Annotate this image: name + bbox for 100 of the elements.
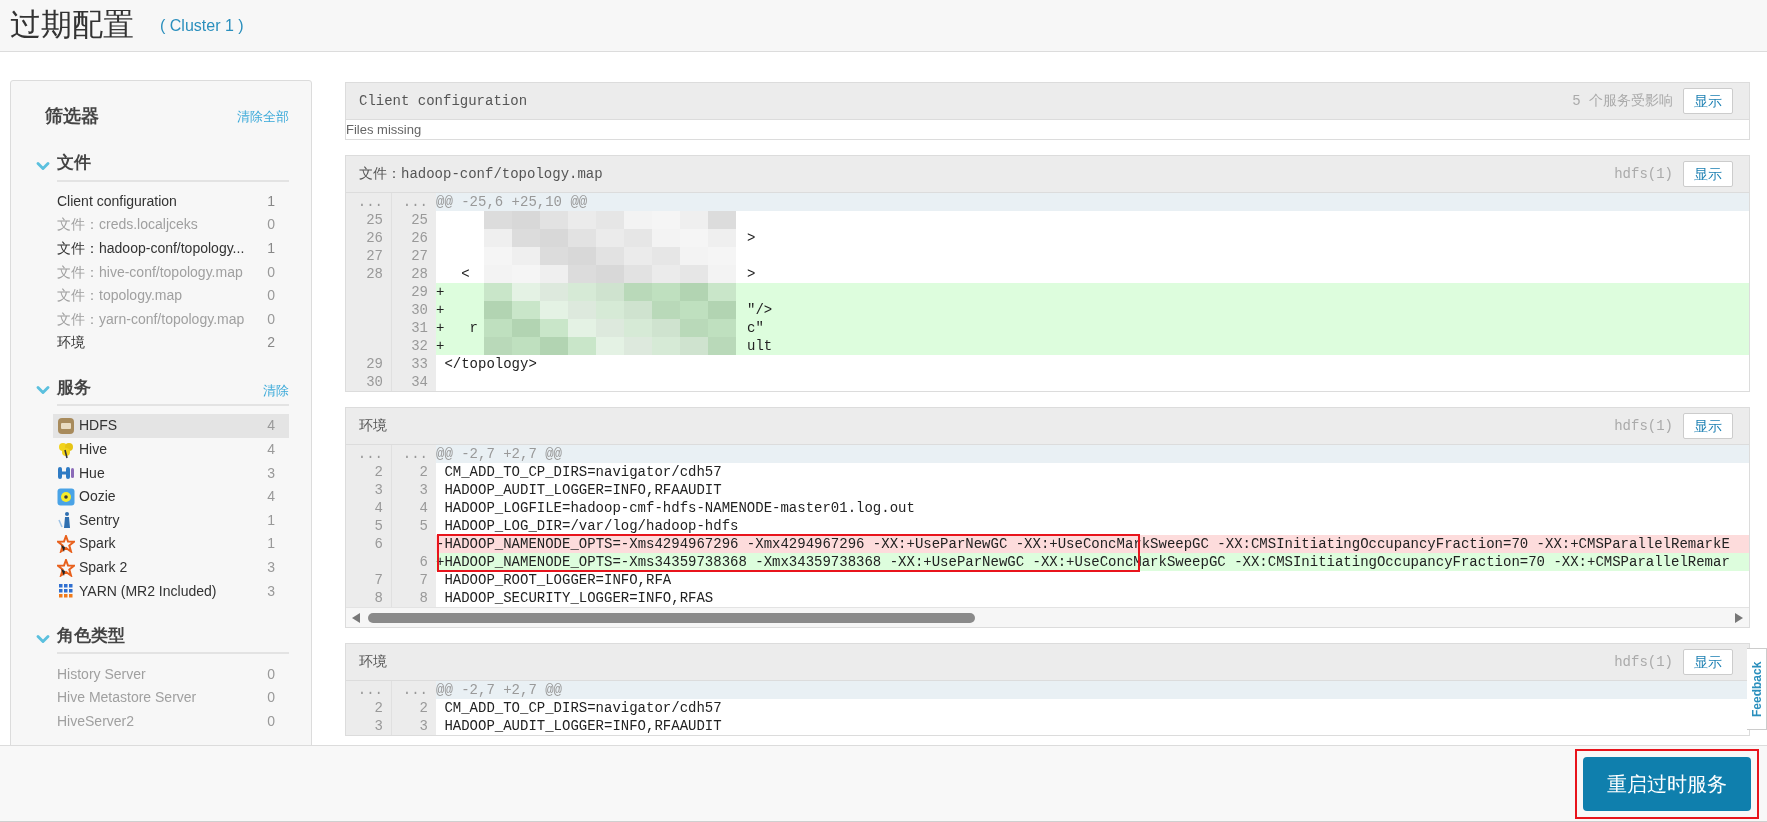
line-number: 34	[391, 373, 436, 391]
count-label: 3	[267, 581, 275, 601]
line-number: 3	[391, 481, 436, 499]
count-label: 3	[267, 463, 275, 483]
affected-services: 5 个服务受影响	[1572, 91, 1673, 111]
scrollbar-thumb[interactable]	[368, 612, 975, 623]
grid-icon	[57, 582, 75, 601]
line-number: ...	[391, 681, 436, 699]
line-number: 27	[391, 247, 436, 265]
line-number: 4	[346, 499, 391, 517]
filter-item[interactable]: 文件：hadoop-conf/topology... 1	[53, 236, 289, 261]
line-number: ...	[391, 193, 436, 211]
count-label: 1	[267, 510, 275, 530]
restart-button[interactable]: 重启过时服务	[1583, 756, 1751, 811]
line-number: 26	[391, 229, 436, 247]
line-number: 8	[391, 589, 436, 607]
line-number: 6	[391, 553, 436, 571]
filter-item[interactable]: Hue 3	[53, 461, 289, 485]
filter-item[interactable]: HDFS 4	[53, 414, 289, 438]
scroll-left-icon[interactable]	[352, 612, 360, 623]
line-number: 31	[391, 319, 436, 337]
count-label: 0	[267, 711, 275, 731]
line-number: ...	[346, 445, 391, 463]
flower-icon	[57, 440, 75, 459]
section-title: 角色类型	[57, 624, 125, 647]
filter-item[interactable]: Oozie 4	[53, 484, 289, 509]
line-number: 2	[346, 463, 391, 481]
line-number: 8	[346, 589, 391, 607]
clear-all-link[interactable]: 清除全部	[237, 106, 289, 127]
line-number: 26	[346, 229, 391, 247]
line-number: ...	[346, 681, 391, 699]
count-label: 1	[267, 239, 275, 258]
panel-title: 环境	[359, 416, 387, 436]
horizontal-scrollbar[interactable]	[346, 607, 1749, 627]
count-label: 0	[267, 286, 275, 306]
show-button[interactable]: 显示	[1683, 649, 1733, 675]
line-number: 6	[346, 535, 391, 553]
line-number: 3	[346, 717, 391, 735]
hunk-header: @@ -2,7 +2,7 @@	[436, 681, 563, 699]
line-number: 25	[391, 211, 436, 229]
target-icon	[57, 487, 75, 506]
panel-title: 环境	[359, 652, 387, 672]
code-line: </topology>	[443, 355, 537, 373]
line-number: 28	[346, 265, 391, 283]
filter-item[interactable]: Sentry 1	[53, 508, 289, 533]
section-title: 文件	[57, 152, 91, 174]
count-label: 2	[267, 333, 275, 353]
filter-item[interactable]: 环境 2	[53, 331, 289, 355]
code-line: HADOOP_LOG_DIR=/var/log/hadoop-hdfs	[443, 517, 739, 535]
filter-item[interactable]: Spark 1	[53, 532, 289, 556]
count-label: 4	[267, 487, 275, 507]
clear-link[interactable]: 清除	[263, 380, 289, 401]
filter-item[interactable]: Client configuration 1	[53, 189, 289, 214]
affected-services: hdfs(1)	[1614, 416, 1673, 436]
line-number: 4	[391, 499, 436, 517]
count-label: 0	[267, 215, 275, 235]
page-title: 过期配置	[10, 6, 134, 45]
line-number: 25	[346, 211, 391, 229]
code-line: HADOOP_SECURITY_LOGGER=INFO,RFAS	[443, 589, 714, 607]
line-number: 5	[346, 517, 391, 535]
line-number: 30	[391, 301, 436, 319]
filter-item[interactable]: Spark 2 3	[53, 555, 289, 580]
panel-title: Client configuration	[359, 91, 528, 111]
filter-item[interactable]: Hive 4	[53, 437, 289, 462]
affected-services: hdfs(1)	[1614, 652, 1673, 672]
code-fragment: "/>	[747, 301, 773, 319]
show-button[interactable]: 显示	[1683, 413, 1733, 439]
count-label: 4	[267, 440, 275, 460]
code-fragment: >	[747, 229, 756, 247]
line-number: 7	[391, 571, 436, 589]
line-number: 2	[346, 699, 391, 717]
feedback-tab[interactable]: Feedback	[1747, 648, 1767, 730]
line-number: 29	[346, 355, 391, 373]
show-button[interactable]: 显示	[1683, 161, 1733, 187]
line-number: ...	[346, 193, 391, 211]
panel-title: 文件：hadoop-conf/topology.map	[359, 164, 603, 184]
filter-title: 筛选器	[45, 105, 99, 128]
line-number: 2	[391, 699, 436, 717]
code-line: +	[436, 283, 445, 301]
line-number: 3	[346, 481, 391, 499]
hunk-header: @@ -25,6 +25,10 @@	[436, 193, 588, 211]
code-line: HADOOP_LOGFILE=hadoop-cmf-hdfs-NAMENODE-master01.log.out	[443, 499, 915, 517]
line-number: 29	[391, 283, 436, 301]
code-fragment: c"	[747, 319, 764, 337]
cluster-link[interactable]: ( Cluster 1 )	[160, 13, 244, 38]
count-label: 3	[267, 558, 275, 577]
scroll-right-icon[interactable]	[1735, 612, 1743, 623]
line-number: 27	[346, 247, 391, 265]
line-number: 2	[391, 463, 436, 481]
count-label: 0	[267, 309, 275, 329]
count-label: 1	[267, 191, 275, 211]
star-icon	[57, 558, 75, 577]
count-label: 0	[267, 688, 275, 708]
code-line: + r	[436, 319, 478, 337]
line-number: 3	[391, 717, 436, 735]
line-number: ...	[391, 445, 436, 463]
count-label: 0	[267, 262, 275, 282]
filter-item[interactable]: YARN (MR2 Included) 3	[53, 579, 289, 603]
show-button[interactable]: 显示	[1683, 88, 1733, 114]
line-number: 32	[391, 337, 436, 355]
